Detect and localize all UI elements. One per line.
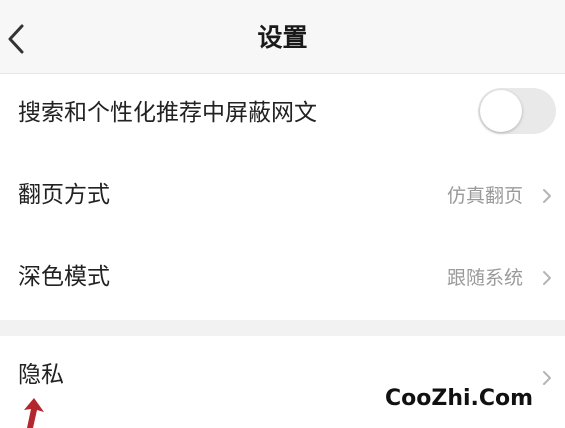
page-title: 设置 xyxy=(257,23,308,52)
chevron-right-icon xyxy=(543,189,551,203)
setting-label-hide-web-novels: 搜索和个性化推荐中屏蔽网文 xyxy=(18,100,317,126)
top-bar: 设置 xyxy=(0,0,565,74)
toggle-knob xyxy=(480,90,522,132)
section-divider xyxy=(0,320,565,336)
setting-value-page-turn: 仿真翻页 xyxy=(446,185,523,207)
arrow-up-icon xyxy=(24,398,44,428)
watermark-text: CooZhi.Com xyxy=(385,386,534,411)
setting-value-dark-mode: 跟随系统 xyxy=(446,267,523,289)
setting-row-privacy[interactable]: 隐私 xyxy=(0,336,565,428)
chevron-right-icon xyxy=(543,271,551,285)
chevron-right-icon xyxy=(543,371,551,385)
hide-web-novels-toggle[interactable] xyxy=(478,88,556,134)
setting-row-page-turn[interactable]: 翻页方式 仿真翻页 xyxy=(0,156,565,238)
setting-label-page-turn: 翻页方式 xyxy=(18,182,110,208)
setting-row-dark-mode[interactable]: 深色模式 跟随系统 xyxy=(0,238,565,320)
setting-label-privacy: 隐私 xyxy=(18,362,64,388)
setting-label-dark-mode: 深色模式 xyxy=(18,264,110,290)
